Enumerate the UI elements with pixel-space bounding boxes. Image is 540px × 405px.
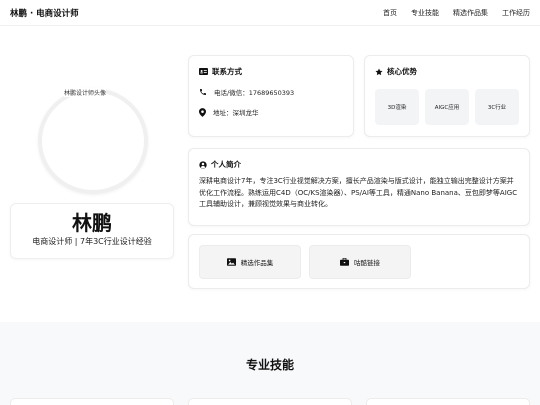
portfolio-button-label: 精选作品集 (240, 259, 274, 267)
skills-section: 专业技能 (0, 322, 540, 405)
xianyu-button-label: 咕酷链接 (354, 259, 380, 267)
intro-title-text: 个人简介 (211, 160, 241, 169)
advantages-card-title: 核心优势 (375, 66, 519, 77)
xianyu-link-button[interactable]: 咕酷链接 (309, 245, 411, 279)
avatar: 林鹏设计师头像 (38, 88, 148, 194)
skill-card (188, 398, 352, 405)
tag-aigc: AIGC应用 (425, 89, 469, 125)
tag-3c-industry: 3C行业 (475, 89, 519, 125)
contact-address-row: 地址：深圳龙华 (199, 107, 343, 117)
nav-link-skills[interactable]: 专业技能 (411, 8, 439, 18)
skills-section-title: 专业技能 (245, 358, 294, 372)
intro-text: 深耕电商设计7年，专注3C行业视觉解决方案，擅长产品渲染与版式设计，能独立输出完… (199, 177, 518, 208)
phone-icon (199, 88, 207, 96)
briefcase-icon (340, 258, 349, 266)
avatar-frame (38, 88, 148, 194)
nav-link-home[interactable]: 首页 (383, 8, 397, 18)
portfolio-button[interactable]: 精选作品集 (199, 245, 301, 279)
advantages-title-text: 核心优势 (387, 67, 417, 76)
image-icon (226, 258, 236, 266)
contact-card-title: 联系方式 (199, 66, 343, 77)
profile-card: 林鹏 电商设计师 | 7年3C行业设计经验 (10, 203, 174, 259)
skill-card (366, 398, 530, 405)
brand-title[interactable]: 林鹏 · 电商设计师 (10, 7, 79, 19)
nav-links: 首页 专业技能 精选作品集 工作经历 (383, 8, 530, 18)
skill-card (10, 398, 174, 405)
advantages-card: 核心优势 3D渲染 AIGC应用 3C行业 (364, 55, 530, 137)
contact-title-text: 联系方式 (212, 67, 242, 76)
intro-card-title: 个人简介 (199, 159, 519, 170)
actions-card: 精选作品集 咕酷链接 (188, 234, 530, 289)
id-card-icon (199, 68, 208, 75)
contact-card: 联系方式 电话/微信：17689650393 地址：深圳龙华 (188, 55, 354, 137)
tag-3d-render: 3D渲染 (375, 89, 419, 125)
contact-phone[interactable]: 电话/微信：17689650393 (214, 87, 294, 97)
top-navbar: 林鹏 · 电商设计师 首页 专业技能 精选作品集 工作经历 (0, 0, 540, 26)
intro-card: 个人简介 深耕电商设计7年，专注3C行业视觉解决方案，擅长产品渲染与版式设计，能… (188, 148, 530, 226)
contact-address: 地址：深圳龙华 (213, 109, 259, 117)
profile-name: 林鹏 (72, 211, 112, 235)
profile-role: 电商设计师 | 7年3C行业设计经验 (32, 237, 152, 246)
contact-phone-row: 电话/微信：17689650393 (199, 87, 343, 97)
advantage-tags: 3D渲染 AIGC应用 3C行业 (375, 89, 519, 125)
nav-link-portfolio[interactable]: 精选作品集 (453, 8, 488, 18)
star-icon (375, 68, 383, 76)
map-pin-icon (199, 107, 206, 117)
avatar-alt-text: 林鹏设计师头像 (64, 88, 107, 97)
nav-link-experience[interactable]: 工作经历 (502, 8, 530, 18)
user-circle-icon (199, 160, 207, 169)
